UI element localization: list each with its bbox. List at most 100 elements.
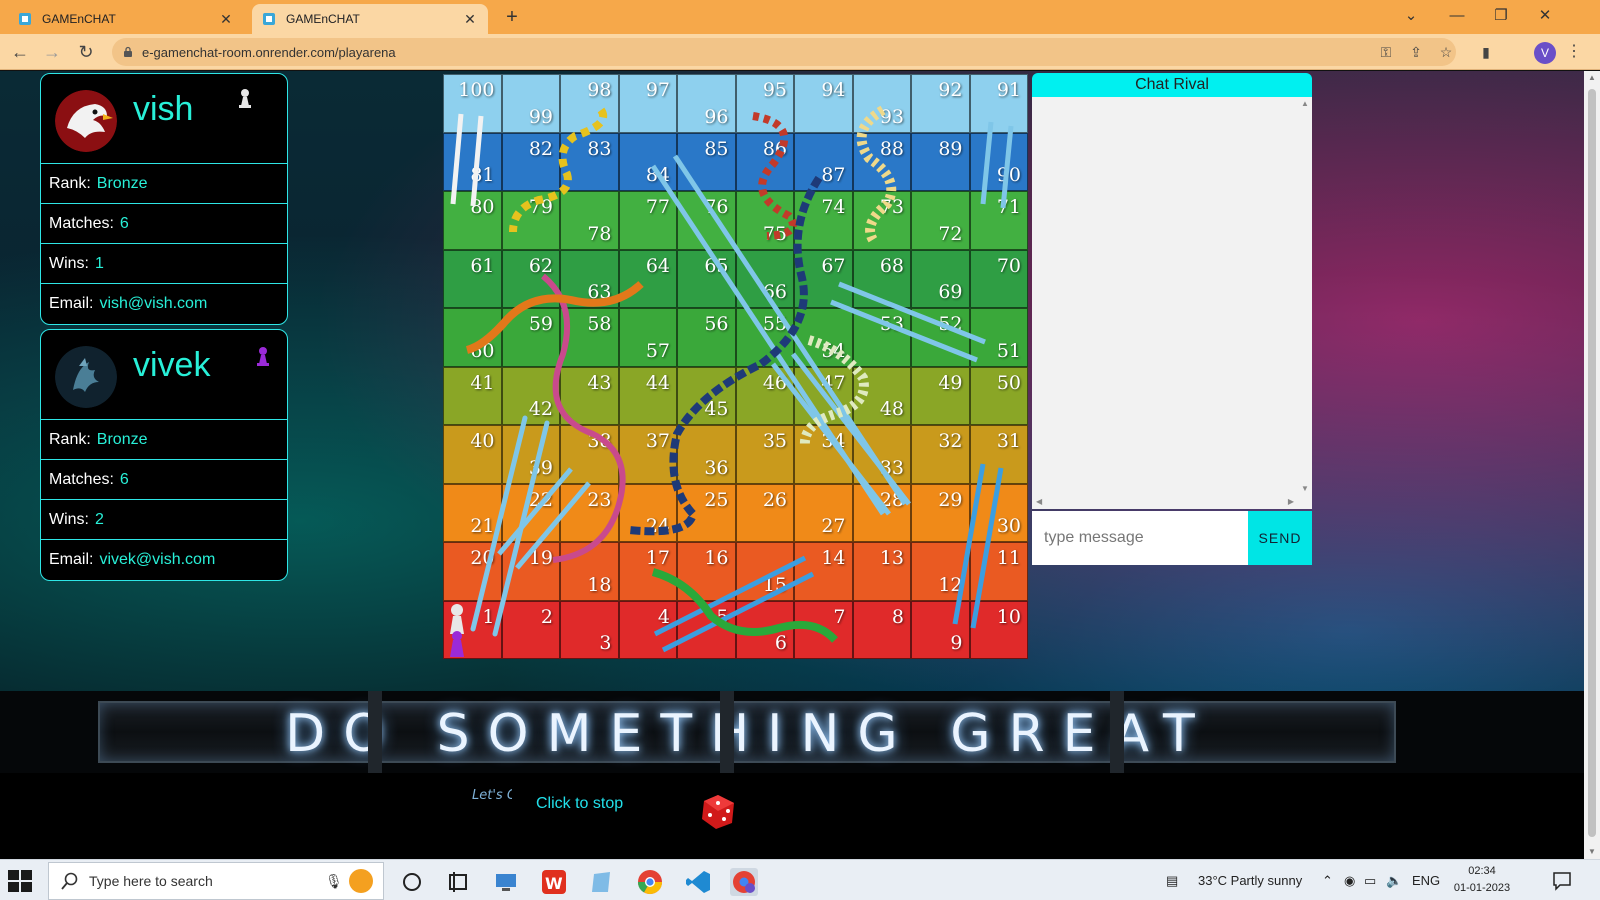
matches-label: Matches: xyxy=(49,470,114,488)
side-panel-icon[interactable]: ▮ xyxy=(1476,42,1496,62)
banner-divider xyxy=(720,691,734,773)
player-name: vivek xyxy=(133,346,211,384)
eagle-avatar-icon xyxy=(55,90,117,152)
address-bar[interactable]: e-gamenchat-room.onrender.com/playarena xyxy=(112,38,1456,66)
chrome-profile-icon[interactable] xyxy=(730,868,758,896)
scroll-up-icon[interactable]: ▲ xyxy=(1301,99,1309,108)
letsgo-logo-icon: Let's GO xyxy=(468,781,512,831)
email-value: vivek@vish.com xyxy=(99,551,216,568)
profile-avatar[interactable]: V xyxy=(1534,42,1556,64)
scroll-down-icon[interactable]: ▼ xyxy=(1301,484,1309,493)
tray-chevron-icon[interactable]: ⌃ xyxy=(1322,873,1333,889)
email-value: vish@vish.com xyxy=(99,295,208,312)
rank-row: Rank: Bronze xyxy=(41,420,287,460)
email-label: Email: xyxy=(49,295,94,312)
lock-icon xyxy=(124,46,132,57)
forward-arrow-icon[interactable]: → xyxy=(40,40,64,64)
motivation-banner: DO SOMETHING GREAT xyxy=(0,691,1584,773)
scroll-up-icon[interactable]: ▲ xyxy=(1584,71,1600,85)
snake-62-20 xyxy=(541,273,626,563)
reload-icon[interactable]: ↻ xyxy=(74,40,98,64)
chrome-icon[interactable] xyxy=(636,868,664,896)
scroll-right-icon[interactable]: ▶ xyxy=(1288,497,1294,506)
ladder-71-91 xyxy=(980,121,1014,209)
pawn-player-1-icon xyxy=(450,604,464,634)
taskbar-search[interactable]: Type here to search 🎙 xyxy=(48,862,384,900)
key-icon[interactable]: ⚿ xyxy=(1376,42,1396,62)
star-icon[interactable]: ☆ xyxy=(1436,42,1456,62)
scrollbar-thumb[interactable] xyxy=(1588,89,1596,837)
rank-label: Rank: xyxy=(49,430,91,448)
share-icon[interactable]: ⇪ xyxy=(1406,42,1426,62)
maximize-button[interactable]: ❐ xyxy=(1486,4,1516,28)
ladder-2-40 xyxy=(470,415,550,637)
rank-label: Rank: xyxy=(49,174,91,192)
weather-text[interactable]: 33°C Partly sunny xyxy=(1198,873,1302,888)
search-placeholder: Type here to search xyxy=(89,873,213,889)
game-board[interactable]: 1 2 3 4 5 6 7 8 9 10 20 19 18 17 16 15 14 13 12 11 21 22 23 24 2… xyxy=(443,74,1028,659)
player-header: vish xyxy=(41,74,287,164)
vscode-icon[interactable] xyxy=(684,868,712,896)
close-tab-icon[interactable]: ✕ xyxy=(462,11,478,28)
matches-row: Matches: 6 xyxy=(41,204,287,244)
snake-16-7 xyxy=(651,568,838,643)
snake-93-73 xyxy=(856,105,897,243)
browser-tab-2[interactable]: GAMEnCHAT ✕ xyxy=(252,4,488,34)
search-highlight-icon[interactable] xyxy=(349,869,373,893)
scroll-down-icon[interactable]: ▼ xyxy=(1584,845,1600,859)
wins-row: Wins: 2 xyxy=(41,500,287,540)
weather-icon[interactable]: ▤ xyxy=(1166,873,1178,889)
chat-input-row: SEND xyxy=(1032,511,1312,565)
taskbar-clock[interactable]: 02:34 01-01-2023 xyxy=(1450,863,1514,897)
letsgo-logo-text: Let's GO xyxy=(472,788,512,803)
banner-text: DO SOMETHING GREAT xyxy=(285,704,1213,764)
snake-86-73 xyxy=(752,112,797,240)
scroll-left-icon[interactable]: ◀ xyxy=(1036,497,1042,506)
email-row: Email: vish@vish.com xyxy=(41,284,287,324)
notification-icon[interactable] xyxy=(1552,871,1572,891)
close-window-button[interactable]: ✕ xyxy=(1530,4,1560,28)
favicon-icon xyxy=(19,13,31,25)
clock-time: 02:34 xyxy=(1468,865,1496,877)
minimize-button[interactable]: — xyxy=(1442,4,1472,28)
notepad-icon[interactable] xyxy=(588,868,616,896)
send-button[interactable]: SEND xyxy=(1248,511,1312,565)
dragon-avatar-icon xyxy=(55,346,117,408)
volume-icon[interactable]: 🔈 xyxy=(1386,873,1402,889)
chat-log[interactable]: ▲ ▼ ◀ ▶ xyxy=(1032,97,1312,509)
windows-start-icon[interactable] xyxy=(8,870,32,892)
tab-title: GAMEnCHAT xyxy=(286,12,360,26)
multitask-icon[interactable] xyxy=(444,868,472,896)
chat-vertical-scrollbar[interactable]: ▲ ▼ xyxy=(1298,97,1312,495)
language-indicator[interactable]: ENG xyxy=(1412,873,1440,888)
chat-message-input[interactable] xyxy=(1032,511,1248,565)
browser-tab-1[interactable]: GAMEnCHAT ✕ xyxy=(8,4,244,34)
rank-value: Bronze xyxy=(96,174,148,192)
task-view-icon[interactable] xyxy=(398,868,426,896)
menu-kebab-icon[interactable]: ⋮ xyxy=(1566,40,1582,64)
tab-search-chevron-icon[interactable]: ⌄ xyxy=(1396,4,1426,28)
search-icon xyxy=(61,872,78,890)
remote-desktop-icon[interactable] xyxy=(492,868,520,896)
matches-value: 6 xyxy=(119,214,129,232)
microphone-icon[interactable]: 🎙 xyxy=(325,873,343,890)
player-name: vish xyxy=(133,90,194,128)
wps-office-icon[interactable]: W xyxy=(540,868,568,896)
email-label: Email: xyxy=(49,551,94,568)
new-tab-button[interactable]: + xyxy=(500,6,524,29)
chat-horizontal-scrollbar[interactable]: ◀ ▶ xyxy=(1032,495,1298,509)
chat-panel: Chat Rival ▲ ▼ ◀ ▶ SEND xyxy=(1032,73,1312,565)
game-controls: Let's GO Click to stop xyxy=(0,773,1584,859)
network-icon[interactable]: ▭ xyxy=(1364,873,1376,889)
page-scrollbar[interactable]: ▲ ▼ xyxy=(1584,71,1600,859)
meet-now-icon[interactable]: ◉ xyxy=(1344,873,1355,889)
back-arrow-icon[interactable]: ← xyxy=(8,40,32,64)
dice-icon[interactable] xyxy=(698,791,738,831)
player-card-vivek: vivek Rank: Bronze Matches: 6 Wins: 2 Email… xyxy=(40,329,288,581)
close-tab-icon[interactable]: ✕ xyxy=(218,11,234,28)
pawn-player-2-icon xyxy=(450,631,464,657)
snake-64-60 xyxy=(465,280,644,354)
stop-button[interactable]: Click to stop xyxy=(536,795,623,813)
favicon-icon xyxy=(263,13,275,25)
ladder-80-90 xyxy=(450,113,484,207)
